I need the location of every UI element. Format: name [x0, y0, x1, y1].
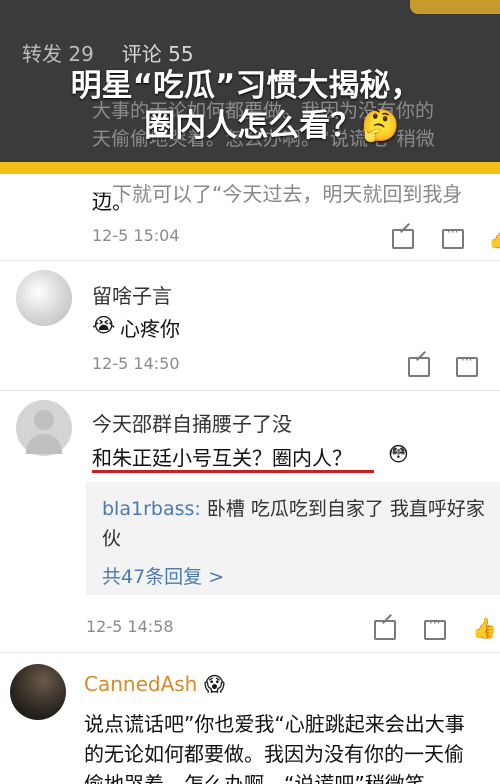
- comment-text: 心疼你: [120, 317, 180, 341]
- comment-time: 12-5 14:58: [86, 617, 174, 636]
- crying-emoji-icon: 😭: [92, 313, 116, 337]
- comment-time: 12-5 15:04: [92, 226, 180, 245]
- share-edit-icon[interactable]: [374, 620, 396, 640]
- comment-icon[interactable]: [456, 353, 478, 377]
- comment-time: 12-5 14:50: [92, 354, 180, 373]
- like-icon[interactable]: 👍: [472, 616, 497, 640]
- reply-text: 卧槽 吃瓜吃到自家了 我直呼好家: [200, 498, 485, 520]
- shocked-emoji-icon: 😱: [204, 672, 225, 696]
- reply-username[interactable]: bla1rbass:: [102, 498, 201, 520]
- like-icon[interactable]: 👍: [488, 226, 500, 250]
- corner-badge: [410, 0, 500, 14]
- avatar[interactable]: [10, 664, 66, 720]
- share-edit-icon[interactable]: [408, 357, 430, 377]
- reply-line: bla1rbass: 卧槽 吃瓜吃到自家了 我直呼好家: [102, 494, 485, 521]
- reply-preview-box[interactable]: bla1rbass: 卧槽 吃瓜吃到自家了 我直呼好家 伙 共47条回复 >: [86, 482, 500, 595]
- divider: [0, 390, 500, 391]
- comment-icon[interactable]: [442, 225, 464, 249]
- share-edit-icon[interactable]: [392, 229, 414, 249]
- comment-username[interactable]: CannedAsh: [84, 672, 197, 696]
- avatar[interactable]: [16, 400, 72, 456]
- flushed-emoji-icon: 😳: [388, 442, 409, 466]
- divider: [0, 652, 500, 653]
- reply-text-continued: 伙: [102, 528, 122, 550]
- comment-text-line: 的无论如何都要做。我因为没有你的一天偷: [84, 742, 464, 766]
- highlight-underline: [92, 470, 374, 473]
- comment-icon[interactable]: [424, 616, 446, 640]
- comment-text-line: 说点谎话吧”你也爱我“心脏跳起来会出大事: [84, 712, 465, 736]
- headline-subtitle: 圈内人怎么看？🤔: [144, 108, 400, 144]
- avatar[interactable]: [16, 270, 72, 326]
- divider: [0, 260, 500, 261]
- headline-banner: 转发 29 评论 55 大事的无论如何都要做。我因为没有你的 天偷偷地哭着。怎么…: [0, 0, 500, 174]
- comment-text: 和朱正廷小号互关？圈内人？: [92, 446, 352, 470]
- comment-tail: 边。: [92, 190, 132, 214]
- comment-username[interactable]: 留啥子言: [92, 280, 172, 309]
- headline-accent-bar: [0, 162, 500, 174]
- more-replies-link[interactable]: 共47条回复 >: [102, 562, 224, 589]
- comment-username[interactable]: 今天邵群自捅腰子了没: [92, 408, 292, 437]
- comment-partial-line: 一下就可以了“今天过去，明天就回到我身: [92, 182, 463, 206]
- headline-title: 明星“吃瓜”习惯大揭秘，: [70, 68, 422, 104]
- comment-text-line: 偷地哭着。怎么办啊。“说谎吧”稍微笑: [84, 772, 425, 784]
